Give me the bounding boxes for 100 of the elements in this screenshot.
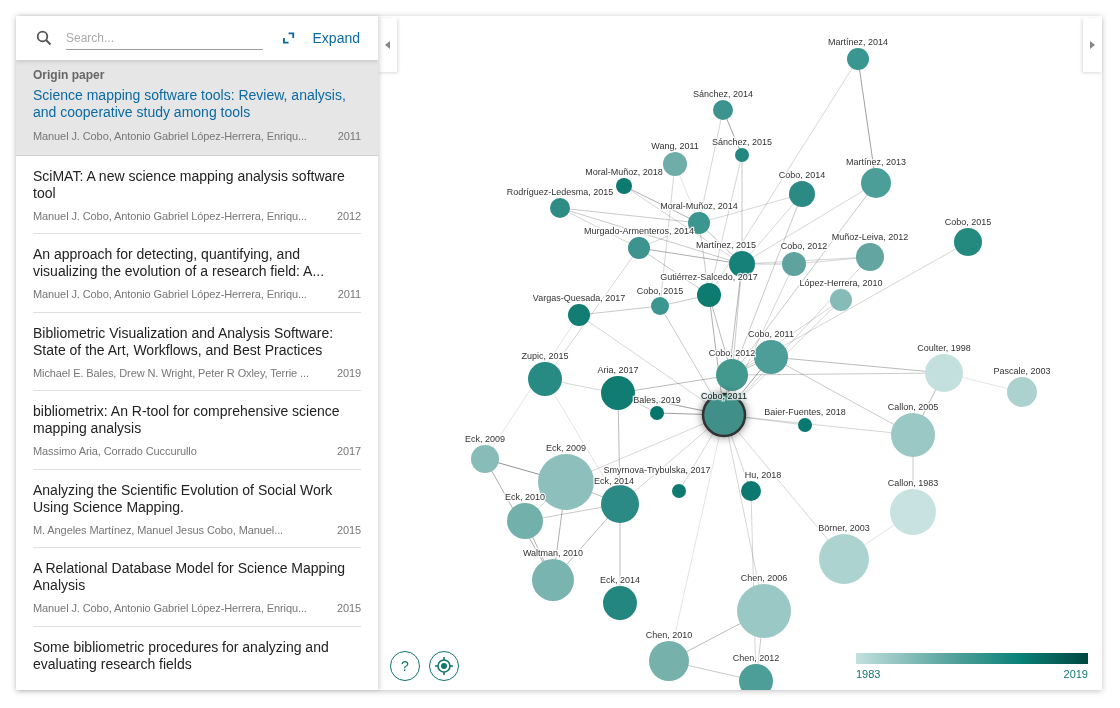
paper-node[interactable] xyxy=(713,100,733,120)
locate-button[interactable] xyxy=(429,651,459,681)
node-label: Callon, 2005 xyxy=(887,402,939,412)
node-label: Eck, 2014 xyxy=(600,575,640,585)
paper-node[interactable] xyxy=(603,586,637,620)
paper-node[interactable] xyxy=(754,340,788,374)
node-label: Cobo, 2011 xyxy=(748,329,794,339)
crosshair-icon xyxy=(434,656,454,676)
node-label: Cobo, 2014 xyxy=(778,170,826,180)
paper-node[interactable] xyxy=(471,445,499,473)
node-label: Waltman, 2010 xyxy=(522,548,584,558)
node-label: Coulter, 1998 xyxy=(917,343,971,353)
paper-node[interactable] xyxy=(663,152,687,176)
paper-node[interactable] xyxy=(891,413,935,457)
paper-node[interactable] xyxy=(528,362,562,396)
node-label: Bales, 2019 xyxy=(633,395,681,405)
paper-node[interactable] xyxy=(601,485,639,523)
search-icon xyxy=(36,30,52,46)
paper-node[interactable] xyxy=(697,283,721,307)
paper-authors: Manuel J. Cobo, Antonio Gabriel López-Herrera, Enriqu... xyxy=(33,601,307,616)
paper-year: 2011 xyxy=(337,287,361,302)
paper-node[interactable] xyxy=(819,534,869,584)
paper-year: 2017 xyxy=(336,444,361,459)
right-caret-icon xyxy=(1090,41,1095,49)
paper-node[interactable] xyxy=(739,664,773,690)
paper-authors: Massimo Aria, Corrado Cuccurullo xyxy=(33,444,197,459)
node-label: Cobo, 2012 xyxy=(708,348,756,358)
paper-title[interactable]: Analyzing the Scientific Evolution of Social Work Using Science Mapping. xyxy=(33,481,361,516)
paper-node[interactable] xyxy=(735,148,749,162)
node-label: Gutiérrez-Salcedo, 2017 xyxy=(660,272,758,282)
search-field[interactable]: Search... xyxy=(66,26,264,50)
expand-icon[interactable] xyxy=(283,32,295,44)
paper-title[interactable]: Bibliometric Visualization and Analysis Software: State of the Art, Workflows, and Best Practices xyxy=(33,324,361,359)
paper-node[interactable] xyxy=(737,584,791,638)
node-label: Eck, 2009 xyxy=(546,443,586,453)
paper-node[interactable] xyxy=(890,489,936,535)
paper-year: 2019 xyxy=(336,365,361,381)
paper-year: 2012 xyxy=(336,208,361,224)
node-label: Börner, 2003 xyxy=(818,523,870,533)
paper-node[interactable] xyxy=(628,237,650,259)
paper-node[interactable] xyxy=(954,228,982,256)
paper-year: 2011 xyxy=(337,129,361,144)
paper-node[interactable] xyxy=(672,484,686,498)
paper-node[interactable] xyxy=(650,406,664,420)
paper-node[interactable] xyxy=(616,178,632,194)
paper-node[interactable] xyxy=(649,641,689,681)
node-label: Hu, 2018 xyxy=(744,470,782,480)
paper-node[interactable] xyxy=(568,304,590,326)
node-label: Sánchez, 2015 xyxy=(712,137,772,147)
node-label: Vargas-Quesada, 2017 xyxy=(532,293,626,303)
node-label: Murgado-Armenteros, 2014 xyxy=(583,226,695,236)
paper-node[interactable] xyxy=(532,559,574,601)
paper-node[interactable] xyxy=(925,354,963,392)
paper-title[interactable]: Some bibliometric procedures for analyzing and evaluating research fields xyxy=(33,638,361,673)
node-label: Rodríguez-Ledesma, 2015 xyxy=(506,187,614,197)
node-label: Aria, 2017 xyxy=(597,365,639,375)
paper-node[interactable] xyxy=(830,289,852,311)
paper-title[interactable]: bibliometrix: An R-tool for comprehensive science mapping analysis xyxy=(33,403,361,437)
expand-button[interactable]: Expand xyxy=(312,27,360,49)
node-label: Martínez, 2013 xyxy=(846,157,906,167)
paper-node[interactable] xyxy=(782,252,806,276)
node-label: Cobo, 2015 xyxy=(944,217,992,227)
node-label: Baier-Fuentes, 2018 xyxy=(764,407,846,417)
node-label: Cobo, 2012 xyxy=(780,241,828,251)
paper-node[interactable] xyxy=(601,376,635,410)
paper-node[interactable] xyxy=(716,359,748,391)
node-label: Eck, 2009 xyxy=(465,434,505,444)
node-label: Wang, 2011 xyxy=(651,141,699,151)
paper-year: 2015 xyxy=(336,522,361,538)
paper-authors: M. Angeles Martínez, Manuel Jesus Cobo, Manuel... xyxy=(33,522,284,538)
paper-node[interactable] xyxy=(701,392,747,438)
node-label: Eck, 2010 xyxy=(505,492,545,502)
legend-min-label: 1983 xyxy=(856,667,881,682)
paper-title[interactable]: SciMAT: A new science mapping analysis software tool xyxy=(33,167,361,202)
paper-title[interactable]: A Relational Database Model for Science Mapping Analysis xyxy=(33,560,361,594)
paper-node[interactable] xyxy=(507,503,543,539)
node-label: Muñoz-Leiva, 2012 xyxy=(831,232,909,242)
node-label: Moral-Muñoz, 2014 xyxy=(660,201,738,211)
help-button[interactable]: ? xyxy=(390,651,420,681)
paper-node[interactable] xyxy=(789,181,815,207)
paper-node[interactable] xyxy=(856,243,884,271)
node-label: Martínez, 2015 xyxy=(696,240,756,250)
paper-node[interactable] xyxy=(847,48,869,70)
node-label: Zupic, 2015 xyxy=(521,351,569,361)
paper-title-link[interactable]: Science mapping software tools: Review, analysis, and cooperative study among tools xyxy=(33,87,361,121)
node-label: Eck, 2014 xyxy=(594,476,634,486)
node-label: Chen, 2010 xyxy=(645,630,693,640)
paper-authors: Manuel J. Cobo, Antonio Gabriel López-Herrera, Enriqu... xyxy=(33,287,307,302)
paper-node[interactable] xyxy=(550,198,570,218)
paper-node[interactable] xyxy=(741,481,761,501)
paper-title[interactable]: An approach for detecting, quantifying, and visualizing the evolution of a research field: A... xyxy=(33,246,361,280)
left-caret-icon xyxy=(385,41,390,49)
paper-node[interactable] xyxy=(1007,377,1037,407)
paper-year: 2015 xyxy=(336,601,361,616)
paper-node[interactable] xyxy=(651,297,669,315)
node-label: Martínez, 2014 xyxy=(828,37,888,47)
node-label: Smyrnova-Trybulska, 2017 xyxy=(603,465,711,475)
paper-node[interactable] xyxy=(798,418,812,432)
paper-node[interactable] xyxy=(861,168,891,198)
node-label: López-Herrera, 2010 xyxy=(799,278,883,288)
